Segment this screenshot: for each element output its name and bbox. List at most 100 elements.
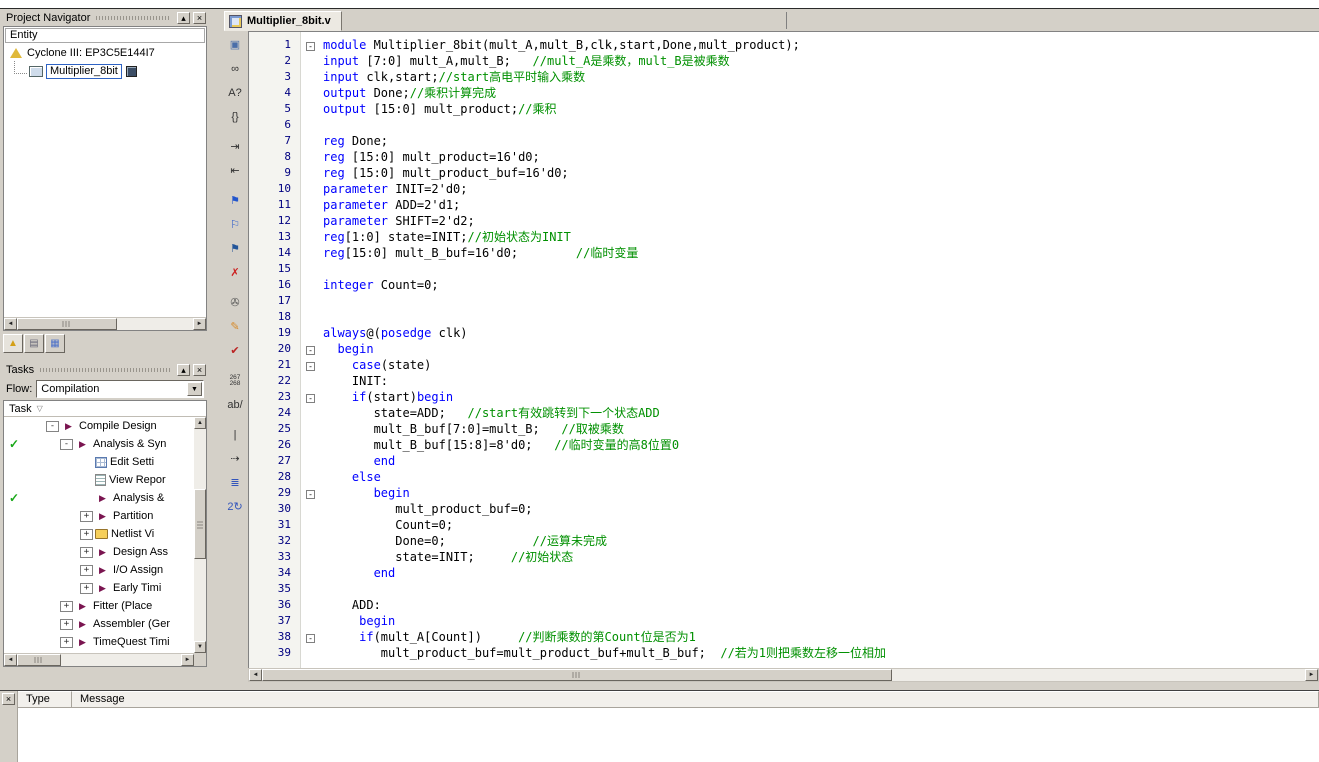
comment-icon[interactable]: ab/	[223, 394, 247, 416]
code-line[interactable]: 15	[249, 261, 1319, 277]
code-line[interactable]: 14reg[15:0] mult_B_buf=16'd0; //临时变量	[249, 245, 1319, 261]
fold-marker[interactable]: -	[301, 341, 323, 357]
task-column-header[interactable]: Task ▽	[4, 401, 206, 417]
goto-line-icon[interactable]: 267 268	[223, 370, 247, 392]
collapse-icon[interactable]: -	[306, 394, 315, 403]
code-line[interactable]: 5output [15:0] mult_product;//乘积	[249, 101, 1319, 117]
fold-marker[interactable]: -	[301, 357, 323, 373]
collapse-icon[interactable]: -	[306, 362, 315, 371]
scroll-right-button[interactable]: ►	[1305, 669, 1318, 681]
align-icon[interactable]: ≣	[223, 472, 247, 494]
scroll-thumb[interactable]	[194, 489, 206, 559]
code-line[interactable]: 20- begin	[249, 341, 1319, 357]
fold-marker[interactable]: -	[301, 485, 323, 501]
tab-multiplier-8bit[interactable]: Multiplier_8bit.v	[224, 11, 342, 31]
expand-icon[interactable]: +	[80, 511, 93, 522]
task-row[interactable]: +▶Design Ass	[4, 543, 194, 561]
scroll-right-button[interactable]: ►	[193, 318, 206, 330]
device-row[interactable]: Cyclone III: EP3C5E144I7	[4, 44, 206, 62]
code-line[interactable]: 7reg Done;	[249, 133, 1319, 149]
collapse-icon[interactable]: -	[46, 421, 59, 432]
scroll-left-button[interactable]: ◄	[4, 318, 17, 330]
code-line[interactable]: 3input clk,start;//start高电平时输入乘数	[249, 69, 1319, 85]
pin-button[interactable]: ▴	[177, 364, 190, 376]
code-line[interactable]: 19always@(posedge clk)	[249, 325, 1319, 341]
collapse-icon[interactable]: -	[306, 634, 315, 643]
scroll-track[interactable]	[117, 318, 193, 330]
scroll-track[interactable]	[194, 429, 206, 641]
find-icon[interactable]: ∞	[223, 58, 247, 80]
code-line[interactable]: 21- case(state)	[249, 357, 1319, 373]
task-row[interactable]: +▶Fitter (Place	[4, 597, 194, 615]
code-line[interactable]: 26 mult_B_buf[15:8]=8'd0; //临时变量的高8位置0	[249, 437, 1319, 453]
design-units-tab[interactable]: ▦	[45, 334, 65, 353]
code-line[interactable]: 16integer Count=0;	[249, 277, 1319, 293]
collapse-icon[interactable]: -	[306, 346, 315, 355]
code-line[interactable]: 35	[249, 581, 1319, 597]
expand-icon[interactable]: +	[60, 601, 73, 612]
task-row[interactable]: +▶I/O Assign	[4, 561, 194, 579]
design-row[interactable]: Multiplier_8bit	[4, 62, 206, 80]
code-line[interactable]: 8reg [15:0] mult_product=16'd0;	[249, 149, 1319, 165]
task-row[interactable]: ✓▶Analysis &	[4, 489, 194, 507]
code-line[interactable]: 30 mult_product_buf=0;	[249, 501, 1319, 517]
scroll-track[interactable]	[61, 654, 181, 666]
code-editor[interactable]: 1-module Multiplier_8bit(mult_A,mult_B,c…	[248, 31, 1319, 668]
expand-icon[interactable]: +	[60, 619, 73, 630]
fold-marker[interactable]: -	[301, 37, 323, 53]
task-row[interactable]: -▶Compile Design	[4, 417, 194, 435]
message-column-header[interactable]: Message	[72, 691, 1319, 707]
close-button[interactable]: ×	[2, 693, 15, 705]
code-line[interactable]: 25 mult_B_buf[7:0]=mult_B; //取被乘数	[249, 421, 1319, 437]
code-line[interactable]: 17	[249, 293, 1319, 309]
highlighter-icon[interactable]: ✎	[223, 316, 247, 338]
type-column-header[interactable]: Type	[18, 691, 72, 707]
scroll-thumb[interactable]	[17, 318, 117, 330]
fold-marker[interactable]: -	[301, 629, 323, 645]
code-line[interactable]: 38- if(mult_A[Count]) //判断乘数的第Count位是否为1	[249, 629, 1319, 645]
code-line[interactable]: 9reg [15:0] mult_product_buf=16'd0;	[249, 165, 1319, 181]
collapse-icon[interactable]: -	[306, 42, 315, 51]
scroll-thumb[interactable]	[17, 654, 61, 666]
collapse-icon[interactable]: -	[60, 439, 73, 450]
hierarchy-tab[interactable]: ▲	[3, 334, 23, 353]
code-line[interactable]: 23- if(start)begin	[249, 389, 1319, 405]
next-bookmark-icon[interactable]: ⚑	[223, 238, 247, 260]
scroll-down-button[interactable]: ▼	[194, 641, 206, 653]
task-row[interactable]: +▶Assembler (Ger	[4, 615, 194, 633]
scroll-up-button[interactable]: ▲	[194, 417, 206, 429]
revision-icon[interactable]: 2↻	[223, 496, 247, 518]
scroll-left-button[interactable]: ◄	[4, 654, 17, 666]
close-button[interactable]: ×	[193, 364, 206, 376]
task-row[interactable]: Edit Setti	[4, 453, 194, 471]
chevron-down-icon[interactable]: ▼	[187, 382, 202, 396]
code-line[interactable]: 13reg[1:0] state=INIT;//初始状态为INIT	[249, 229, 1319, 245]
messages-body[interactable]	[18, 708, 1319, 762]
code-line[interactable]: 4output Done;//乘积计算完成	[249, 85, 1319, 101]
code-line[interactable]: 10parameter INIT=2'd0;	[249, 181, 1319, 197]
toggle-bookmark-icon[interactable]: ⚑	[223, 190, 247, 212]
scroll-thumb[interactable]	[262, 669, 892, 681]
analyze-file-icon[interactable]: ✔	[223, 340, 247, 362]
code-line[interactable]: 33 state=INIT; //初始状态	[249, 549, 1319, 565]
previous-bookmark-icon[interactable]: ⚐	[223, 214, 247, 236]
code-line[interactable]: 28 else	[249, 469, 1319, 485]
code-line[interactable]: 11parameter ADD=2'd1;	[249, 197, 1319, 213]
code-line[interactable]: 1-module Multiplier_8bit(mult_A,mult_B,c…	[249, 37, 1319, 53]
task-row[interactable]: +▶TimeQuest Timi	[4, 633, 194, 651]
code-line[interactable]: 27 end	[249, 453, 1319, 469]
attach-icon[interactable]: ✇	[223, 292, 247, 314]
code-line[interactable]: 18	[249, 309, 1319, 325]
files-tab[interactable]: ▤	[24, 334, 44, 353]
code-line[interactable]: 12parameter SHIFT=2'd2;	[249, 213, 1319, 229]
pin-button[interactable]: ▴	[177, 12, 190, 24]
project-navigator-titlebar[interactable]: Project Navigator ▴ ×	[2, 10, 208, 26]
task-row[interactable]: +Netlist Vi	[4, 525, 194, 543]
code-line[interactable]: 32 Done=0; //运算未完成	[249, 533, 1319, 549]
tab-arrow-icon[interactable]: ⇢	[223, 448, 247, 470]
close-button[interactable]: ×	[193, 12, 206, 24]
code-line[interactable]: 37 begin	[249, 613, 1319, 629]
flow-dropdown[interactable]: Compilation ▼	[36, 380, 204, 398]
new-window-icon[interactable]: ▣	[223, 34, 247, 56]
expand-icon[interactable]: +	[80, 529, 93, 540]
